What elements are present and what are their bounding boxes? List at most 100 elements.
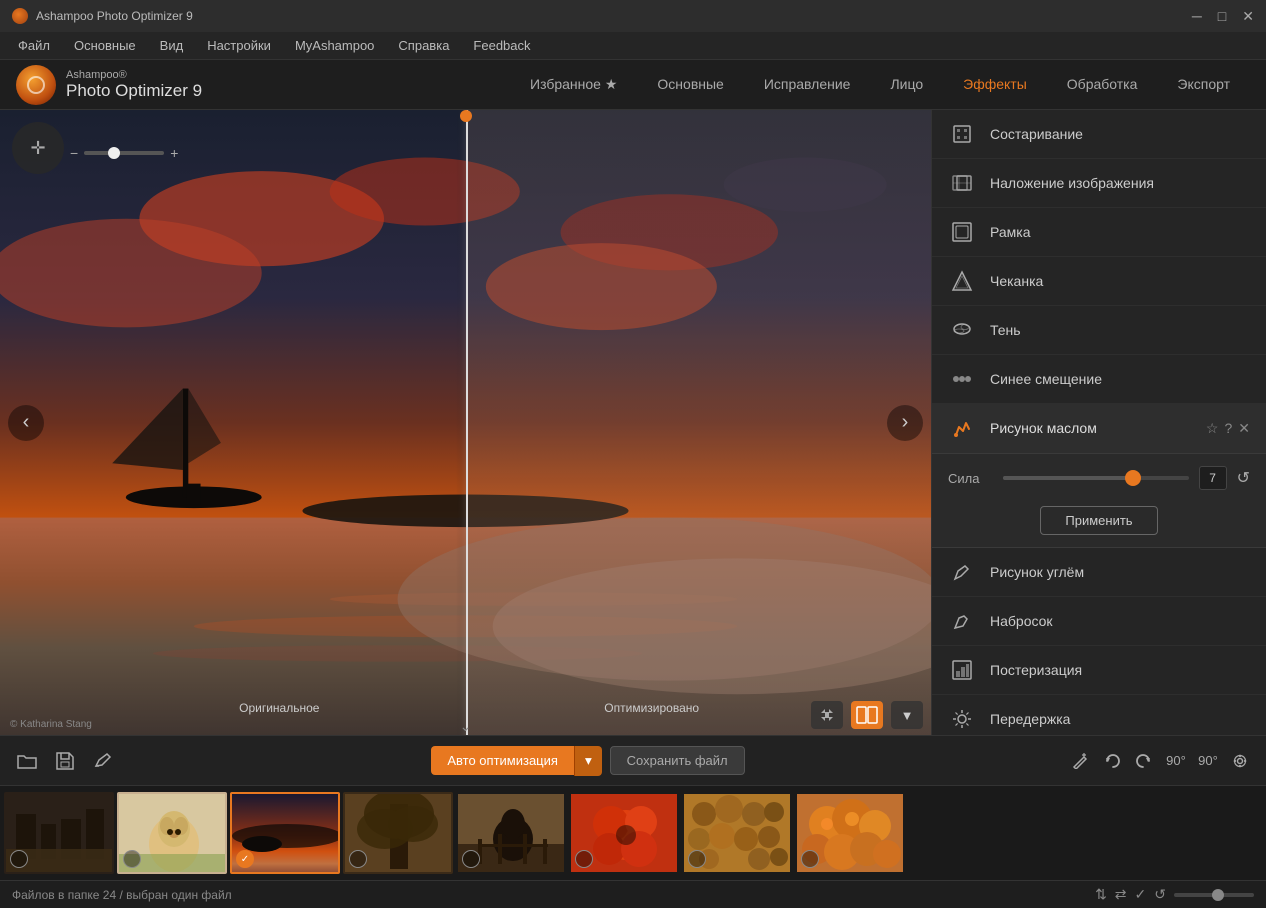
split-view-button[interactable] [851, 701, 883, 729]
strength-reset-button[interactable]: ↺ [1237, 468, 1250, 488]
tab-face[interactable]: Лицо [870, 70, 943, 99]
minimize-button[interactable]: ─ [1192, 8, 1202, 25]
zoom-slider-handle [108, 147, 120, 159]
thumbnail-4-indicator [349, 850, 367, 868]
effect-overlay[interactable]: Наложение изображения [932, 159, 1266, 208]
settings-icon [1232, 753, 1248, 769]
menu-basic[interactable]: Основные [64, 34, 146, 57]
oilpaint-actions: ☆ ? ✕ [1206, 420, 1250, 437]
tab-correction[interactable]: Исправление [744, 70, 871, 99]
settings-button[interactable] [1226, 747, 1254, 775]
thumbnail-7[interactable] [682, 792, 792, 874]
effect-pencil[interactable]: Рисунок углём [932, 548, 1266, 597]
effect-emboss[interactable]: Чеканка [932, 257, 1266, 306]
thumbnail-6[interactable] [569, 792, 679, 874]
zoom-status-handle [1212, 889, 1224, 901]
oilpaint-remove-button[interactable]: ✕ [1238, 420, 1250, 437]
thumbnail-4[interactable] [343, 792, 453, 874]
window-controls: ─ □ ✕ [1192, 8, 1254, 25]
effect-oilpaint[interactable]: Рисунок маслом ☆ ? ✕ [932, 404, 1266, 453]
apply-button[interactable]: Применить [1040, 506, 1157, 535]
thumbnail-1[interactable] [4, 792, 114, 874]
scroll-right-fade [1246, 786, 1266, 880]
auto-optimize-dropdown-button[interactable]: ▾ [574, 746, 602, 776]
menu-help[interactable]: Справка [388, 34, 459, 57]
thumbnail-6-indicator [575, 850, 593, 868]
oilpaint-help-button[interactable]: ? [1224, 420, 1232, 437]
view-options-button[interactable]: ▼ [891, 701, 923, 729]
zoom-slider[interactable] [84, 151, 164, 155]
auto-optimize-button[interactable]: Авто оптимизация [431, 746, 574, 775]
effect-aging[interactable]: Состаривание [932, 110, 1266, 159]
pan-control[interactable]: ✛ [12, 122, 64, 174]
zoom-minus-button[interactable]: − [70, 145, 78, 161]
undo-button[interactable] [1098, 747, 1126, 775]
sketch-icon [948, 607, 976, 635]
thumbnail-3-check: ✓ [236, 850, 254, 868]
redo-icon [1136, 753, 1152, 769]
collapse-view-button[interactable] [811, 701, 843, 729]
thumbnail-strip: ✓ [0, 785, 1266, 880]
menu-myashampoo[interactable]: MyAshampoo [285, 34, 384, 57]
confirm-button[interactable]: ✓ [1135, 886, 1147, 903]
rotate-cw-button[interactable]: 90° [1194, 747, 1222, 775]
edit-button[interactable] [88, 746, 118, 776]
undo-icon [1104, 753, 1120, 769]
strength-slider-track[interactable] [1003, 476, 1189, 480]
thumbnail-8[interactable] [795, 792, 905, 874]
menu-file[interactable]: Файл [8, 34, 60, 57]
thumbnail-3[interactable]: ✓ [230, 792, 340, 874]
menu-settings[interactable]: Настройки [197, 34, 281, 57]
status-bar: Файлов в папке 24 / выбран один файл ⇅ ⇄… [0, 880, 1266, 908]
strength-value[interactable]: 7 [1199, 466, 1227, 490]
thumbnail-2-indicator [123, 850, 141, 868]
bottom-toolbar: Авто оптимизация ▾ Сохранить файл [0, 735, 1266, 785]
redo-button[interactable] [1130, 747, 1158, 775]
oilpaint-favorite-button[interactable]: ☆ [1206, 420, 1219, 437]
frame-label: Рамка [990, 224, 1250, 240]
oilpaint-icon [948, 414, 976, 442]
save-button[interactable] [50, 746, 80, 776]
effect-frame[interactable]: Рамка [932, 208, 1266, 257]
tab-favorites[interactable]: Избранное ★ [510, 70, 637, 99]
tab-processing[interactable]: Обработка [1047, 70, 1158, 99]
next-image-button[interactable]: › [887, 405, 923, 441]
rotate-ccw-button[interactable]: 90° [1162, 747, 1190, 775]
status-controls: ⇅ ⇄ ✓ ↺ [1095, 886, 1254, 903]
overexpose-label: Передержка [990, 711, 1250, 727]
thumbnail-5[interactable] [456, 792, 566, 874]
tab-basic[interactable]: Основные [637, 70, 743, 99]
menu-view[interactable]: Вид [150, 34, 194, 57]
open-file-button[interactable] [12, 746, 42, 776]
prev-image-button[interactable]: ‹ [8, 405, 44, 441]
close-button[interactable]: ✕ [1242, 8, 1254, 25]
edit-actions-group: 90° 90° [1066, 747, 1254, 775]
process-button[interactable]: ↺ [1154, 886, 1166, 903]
wand-button[interactable] [1066, 747, 1094, 775]
zoom-status-slider[interactable] [1174, 893, 1254, 897]
nav-tabs: Избранное ★ Основные Исправление Лицо Эф… [510, 70, 1250, 99]
zoom-plus-button[interactable]: + [170, 145, 178, 161]
effect-shadow[interactable]: Тень [932, 306, 1266, 355]
tab-effects[interactable]: Эффекты [943, 70, 1047, 99]
menu-bar: Файл Основные Вид Настройки MyAshampoo С… [0, 32, 1266, 60]
effect-list: Состаривание Наложение изображения [932, 110, 1266, 735]
thumbnail-2[interactable] [117, 792, 227, 874]
effect-sketch[interactable]: Набросок [932, 597, 1266, 646]
maximize-button[interactable]: □ [1218, 8, 1226, 25]
effect-shift[interactable]: Синее смещение [932, 355, 1266, 404]
main-action-group: Авто оптимизация ▾ Сохранить файл [126, 746, 1050, 776]
menu-feedback[interactable]: Feedback [463, 34, 540, 57]
save-file-button[interactable]: Сохранить файл [610, 746, 745, 775]
split-handle[interactable] [460, 110, 472, 122]
sort-button[interactable]: ⇅ [1095, 886, 1107, 903]
title-bar: Ashampoo Photo Optimizer 9 ─ □ ✕ [0, 0, 1266, 32]
thumbnail-1-indicator [10, 850, 28, 868]
posterize-label: Постеризация [990, 662, 1250, 678]
overexpose-icon [948, 705, 976, 733]
effect-overexpose[interactable]: Передержка [932, 695, 1266, 735]
effect-posterize[interactable]: Постеризация [932, 646, 1266, 695]
swap-button[interactable]: ⇄ [1115, 886, 1127, 903]
tab-export[interactable]: Экспорт [1157, 70, 1250, 99]
shadow-icon [948, 316, 976, 344]
